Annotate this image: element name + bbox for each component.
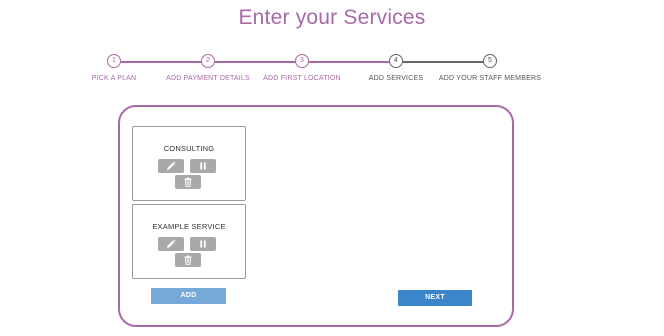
step-5-label[interactable]: ADD YOUR STAFF MEMBERS [439,75,541,82]
step-4-label[interactable]: ADD SERVICES [369,75,423,82]
add-service-button[interactable]: ADD [151,288,226,304]
pause-icon [200,162,206,170]
step-2-circle[interactable]: 2 [201,54,215,68]
step-connector-4-5 [403,61,484,63]
step-connector-3-4 [309,61,391,63]
step-3-circle[interactable]: 3 [295,54,309,68]
pencil-icon [167,161,176,170]
progress-stepper: 1 2 3 4 5 PICK A PLAN ADD PAYMENT DETAIL… [0,0,664,90]
delete-service-button[interactable] [175,175,201,189]
trash-icon [184,177,192,187]
service-card: CONSULTING [132,126,246,201]
step-1-circle[interactable]: 1 [107,54,121,68]
step-3-label[interactable]: ADD FIRST LOCATION [263,75,341,82]
edit-service-button[interactable] [158,237,184,251]
pause-icon [200,240,206,248]
service-name: CONSULTING [163,144,215,153]
step-2-label[interactable]: ADD PAYMENT DETAILS [166,75,250,82]
pause-service-button[interactable] [190,159,216,173]
step-connector-1-2 [121,61,203,63]
pencil-icon [167,239,176,248]
step-1-label[interactable]: PICK A PLAN [92,75,137,82]
next-button[interactable]: NEXT [398,290,472,306]
step-4-circle[interactable]: 4 [389,54,403,68]
service-card: EXAMPLE SERVICE [132,204,246,279]
step-connector-2-3 [215,61,296,63]
service-name: EXAMPLE SERVICE [152,222,226,231]
step-5-circle[interactable]: 5 [483,54,497,68]
trash-icon [184,255,192,265]
edit-service-button[interactable] [158,159,184,173]
delete-service-button[interactable] [175,253,201,267]
pause-service-button[interactable] [190,237,216,251]
